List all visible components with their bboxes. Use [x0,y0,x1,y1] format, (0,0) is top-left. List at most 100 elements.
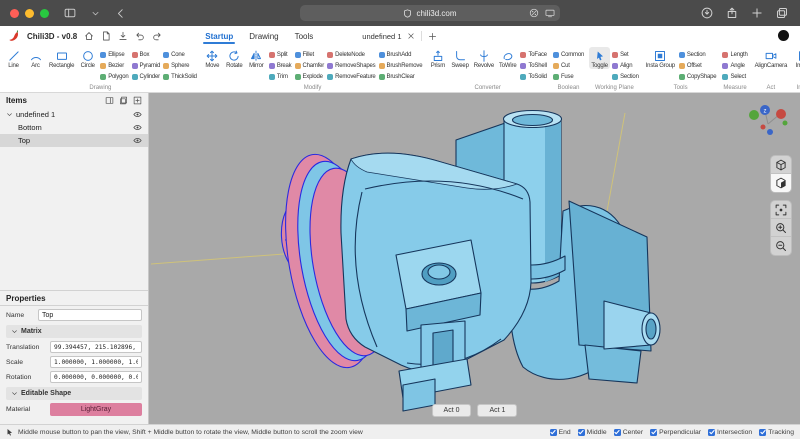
section-button[interactable]: Section [611,71,640,82]
gizmo-y-axis-ball[interactable] [749,110,759,120]
gizmo-z-neg-ball[interactable] [767,129,773,135]
close-icon[interactable] [407,32,415,40]
angle-button[interactable]: Angle [721,60,748,71]
material-button[interactable]: LightGray [50,403,142,416]
set-button[interactable]: Set [611,49,640,60]
model-bottom-shape[interactable] [271,111,660,412]
polygon-button[interactable]: Polygon [99,71,129,82]
fit-view-button[interactable] [771,201,791,219]
checkbox-checked-icon[interactable] [578,429,585,436]
tab-drawing[interactable]: Drawing [241,28,286,44]
removefeature-button[interactable]: RemoveFeature [326,71,376,82]
insta-group-button[interactable]: Insta Group [644,47,677,69]
toface-button[interactable]: ToFace [519,49,547,60]
copyshape-button[interactable]: CopyShape [678,71,718,82]
model-canvas[interactable] [149,93,800,424]
axis-gizmo[interactable]: z [738,97,794,143]
visibility-eye-icon[interactable] [133,136,142,145]
address-bar[interactable]: chili3d.com [300,5,560,21]
visibility-eye-icon[interactable] [133,123,142,132]
visibility-eye-icon[interactable] [133,110,142,119]
panel-add-icon[interactable] [105,96,114,105]
toggle-button[interactable]: Toggle [589,47,610,69]
towire-button[interactable]: ToWire [497,47,518,69]
gizmo-y-neg-ball[interactable] [783,121,788,126]
mirror-button[interactable]: Mirror [246,47,267,69]
gizmo-x-neg-ball[interactable] [761,125,766,130]
snap-perpendicular[interactable]: Perpendicular [650,429,701,436]
copy-icon[interactable] [119,96,128,105]
break-button[interactable]: Break [268,60,293,71]
pyramid-button[interactable]: Pyramid [131,60,162,71]
viewport-3d[interactable]: z Act 0 Act 1 [149,93,800,424]
snap-intersection[interactable]: Intersection [708,429,752,436]
select-button[interactable]: Select [721,71,748,82]
cut-button[interactable]: Cut [552,60,585,71]
fillet-button[interactable]: Fillet [294,49,326,60]
brushadd-button[interactable]: BrushAdd [378,49,424,60]
removeshapes-button[interactable]: RemoveShapes [326,60,376,71]
tab-tools[interactable]: Tools [287,28,322,44]
rotation-input[interactable] [50,371,142,383]
common-button[interactable]: Common [552,49,585,60]
expand-icon[interactable] [133,96,142,105]
cylinder-button[interactable]: Cylinder [131,71,162,82]
download-icon[interactable] [118,31,128,41]
thicksolid-button[interactable]: ThickSolid [162,71,198,82]
brushremove-button[interactable]: BrushRemove [378,60,424,71]
sphere-button[interactable]: Sphere [162,60,198,71]
circle-button[interactable]: Circle [77,47,98,69]
align-button[interactable]: Align [611,60,640,71]
act-0-button[interactable]: Act 0 [432,404,472,417]
zoom-window-button[interactable] [40,9,49,18]
aligncamera-button[interactable]: AlignCamera [753,47,789,69]
tab-overview-icon[interactable] [776,7,788,19]
fuse-button[interactable]: Fuse [552,71,585,82]
translation-input[interactable] [50,341,142,353]
snap-end[interactable]: End [550,429,571,436]
rotate-button[interactable]: Rotate [224,47,245,69]
tab-startup[interactable]: Startup [197,28,241,44]
toshell-button[interactable]: ToShell [519,60,547,71]
checkbox-checked-icon[interactable] [650,429,657,436]
display-icon[interactable] [545,8,555,18]
section-header-editable-shape[interactable]: Editable Shape [6,387,142,400]
new-document-icon[interactable] [428,32,437,41]
zoom-in-button[interactable] [771,219,791,237]
cone-button[interactable]: Cone [162,49,198,60]
brushclear-button[interactable]: BrushClear [378,71,424,82]
zoom-out-button[interactable] [771,237,791,255]
scale-input[interactable] [50,356,142,368]
import-button[interactable]: Import [793,47,800,69]
minimize-window-button[interactable] [25,9,34,18]
close-window-button[interactable] [10,9,19,18]
sweep-button[interactable]: Sweep [449,47,470,69]
name-input[interactable] [38,309,142,321]
chevron-down-icon[interactable] [91,9,100,18]
deletenode-button[interactable]: DeleteNode [326,49,376,60]
undo-icon[interactable] [135,31,145,41]
section-button[interactable]: Section [678,49,718,60]
new-tab-icon[interactable] [751,7,763,19]
tree-item-undefined-1[interactable]: undefined 1 [0,108,148,121]
trim-button[interactable]: Trim [268,71,293,82]
share-icon[interactable] [726,7,738,19]
sidebar-icon[interactable] [64,7,76,19]
document-tab[interactable]: undefined 1 [362,31,437,41]
offset-button[interactable]: Offset [678,60,718,71]
prism-button[interactable]: Prism [427,47,448,69]
github-icon[interactable] [777,29,790,42]
box-button[interactable]: Box [131,49,162,60]
back-icon[interactable] [115,8,126,19]
explode-button[interactable]: Explode [294,71,326,82]
chevron-down-icon[interactable] [6,111,13,118]
open-file-icon[interactable] [101,31,111,41]
split-button[interactable]: Split [268,49,293,60]
snap-tracking[interactable]: Tracking [759,429,794,436]
shaded-view-button[interactable] [771,174,791,192]
line-button[interactable]: Line [3,47,24,69]
arc-button[interactable]: Arc [25,47,46,69]
ellipse-button[interactable]: Ellipse [99,49,129,60]
section-header-matrix[interactable]: Matrix [6,325,142,338]
act-1-button[interactable]: Act 1 [478,404,518,417]
